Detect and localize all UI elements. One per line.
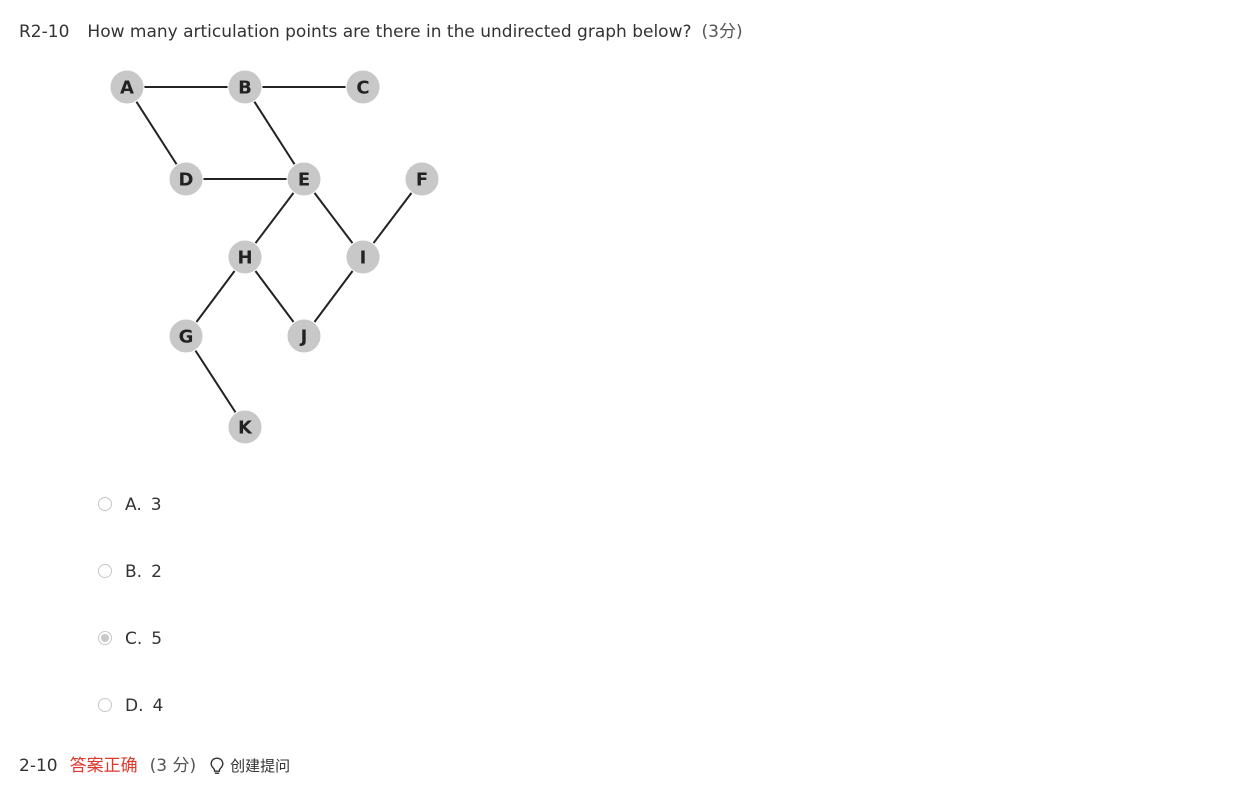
option-a-key: A. — [125, 495, 142, 515]
graph-node-i: I — [345, 239, 381, 275]
result-footer: 2-10 答案正确 (3 分) 创建提问 — [19, 753, 290, 779]
option-b-key: B. — [125, 562, 143, 582]
question-header: R2-10 How many articulation points are th… — [19, 20, 743, 44]
graph-node-j: J — [286, 318, 322, 354]
create-question-button[interactable]: 创建提问 — [210, 753, 290, 779]
option-a[interactable]: A. 3 — [98, 490, 218, 520]
graph-node-label: A — [120, 78, 134, 99]
option-a-value: 3 — [150, 495, 162, 515]
radio-option-c[interactable] — [98, 631, 112, 645]
graph-node-b: B — [227, 69, 263, 105]
graph-node-a: A — [109, 69, 145, 105]
graph-node-label: B — [238, 78, 252, 99]
graph-node-label: E — [298, 170, 310, 191]
answer-status: 答案正确 — [69, 756, 138, 776]
graph-node-e: E — [286, 161, 322, 197]
graph-node-d: D — [168, 161, 204, 197]
option-b-value: 2 — [151, 562, 162, 582]
radio-option-b[interactable] — [98, 564, 112, 578]
graph-node-label: C — [356, 78, 369, 99]
radio-option-a[interactable] — [98, 497, 112, 511]
option-d-key: D. — [125, 696, 144, 716]
graph-node-label: H — [237, 248, 252, 269]
graph-node-h: H — [227, 239, 263, 275]
graph-node-label: G — [179, 327, 194, 348]
graph-node-label: D — [179, 170, 194, 191]
question-text: How many articulation points are there i… — [87, 22, 692, 42]
graph-figure: A B C D E F H I G J K — [100, 60, 460, 460]
radio-option-d[interactable] — [98, 698, 112, 712]
option-c[interactable]: C. 5 — [98, 624, 218, 654]
graph-node-label: I — [360, 248, 367, 269]
question-score: (3分) — [701, 22, 743, 42]
option-c-value: 5 — [151, 629, 163, 649]
graph-node-label: F — [416, 170, 428, 191]
footer-question-id: 2-10 — [19, 756, 58, 776]
option-d-value: 4 — [152, 696, 164, 716]
question-id: R2-10 — [19, 22, 70, 42]
graph-node-f: F — [404, 161, 440, 197]
graph-node-k: K — [227, 409, 263, 445]
footer-score: (3 分) — [149, 756, 197, 776]
option-b[interactable]: B. 2 — [98, 557, 218, 587]
create-question-label: 创建提问 — [230, 757, 291, 775]
graph-node-label: J — [299, 327, 308, 348]
graph-node-label: K — [238, 418, 253, 439]
graph-node-c: C — [345, 69, 381, 105]
graph-node-g: G — [168, 318, 204, 354]
option-d[interactable]: D. 4 — [98, 691, 218, 721]
option-c-key: C. — [125, 629, 143, 649]
graph-svg: A B C D E F H I G J K — [109, 69, 440, 445]
graph-nodes: A B C D E F H I G J K — [109, 69, 440, 445]
lightbulb-icon — [210, 757, 224, 774]
